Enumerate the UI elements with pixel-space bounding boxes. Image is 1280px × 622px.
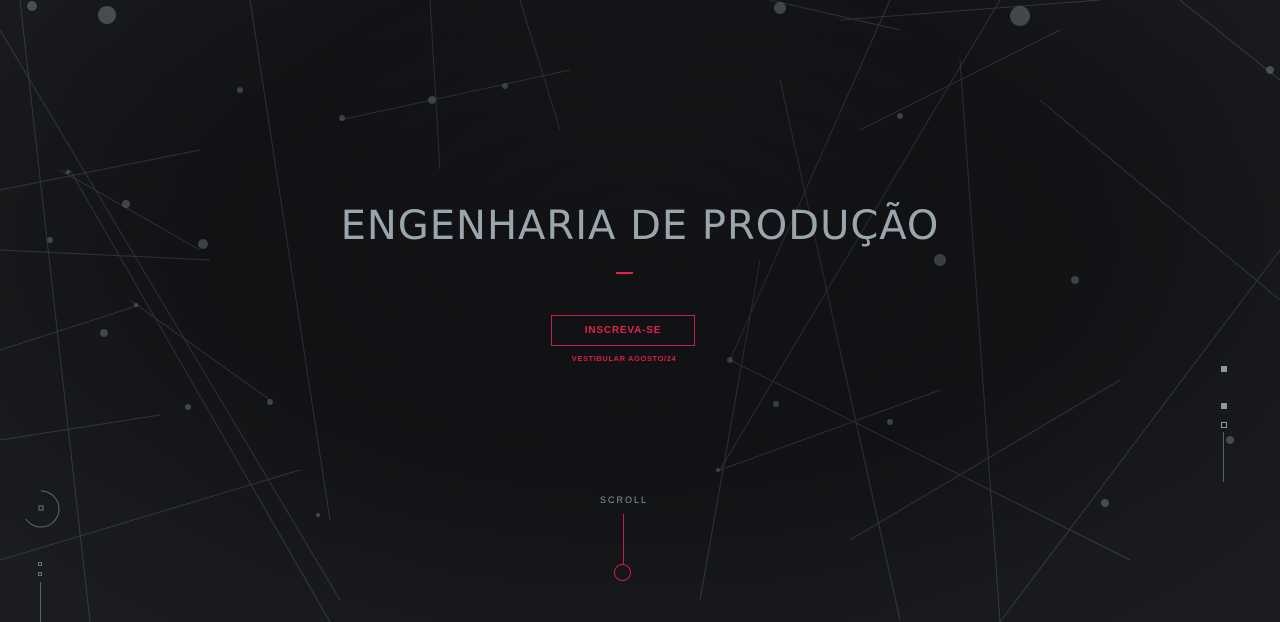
inscreva-se-button[interactable]: INSCREVA-SE: [551, 315, 695, 346]
left-nav-rail: [40, 582, 41, 622]
section-nav-dot-2[interactable]: [1221, 403, 1227, 409]
section-nav-rail: [1223, 432, 1224, 482]
scroll-label: SCROLL: [599, 495, 648, 505]
loader-ring-icon: [25, 490, 60, 528]
page-title: ENGENHARIA DE PRODUÇÃO: [340, 203, 940, 249]
section-nav-dot-3-active[interactable]: [1221, 422, 1227, 428]
scroll-down-icon[interactable]: [614, 564, 631, 581]
left-nav-square-2: [38, 572, 42, 576]
section-nav-dot-1[interactable]: [1221, 366, 1227, 372]
background-network-graphic: [0, 0, 1280, 622]
title-divider: [616, 272, 633, 274]
scroll-indicator-line: [623, 514, 624, 564]
left-nav-square-1: [38, 562, 42, 566]
vestibular-caption: VESTIBULAR AGOSTO/24: [571, 354, 677, 363]
